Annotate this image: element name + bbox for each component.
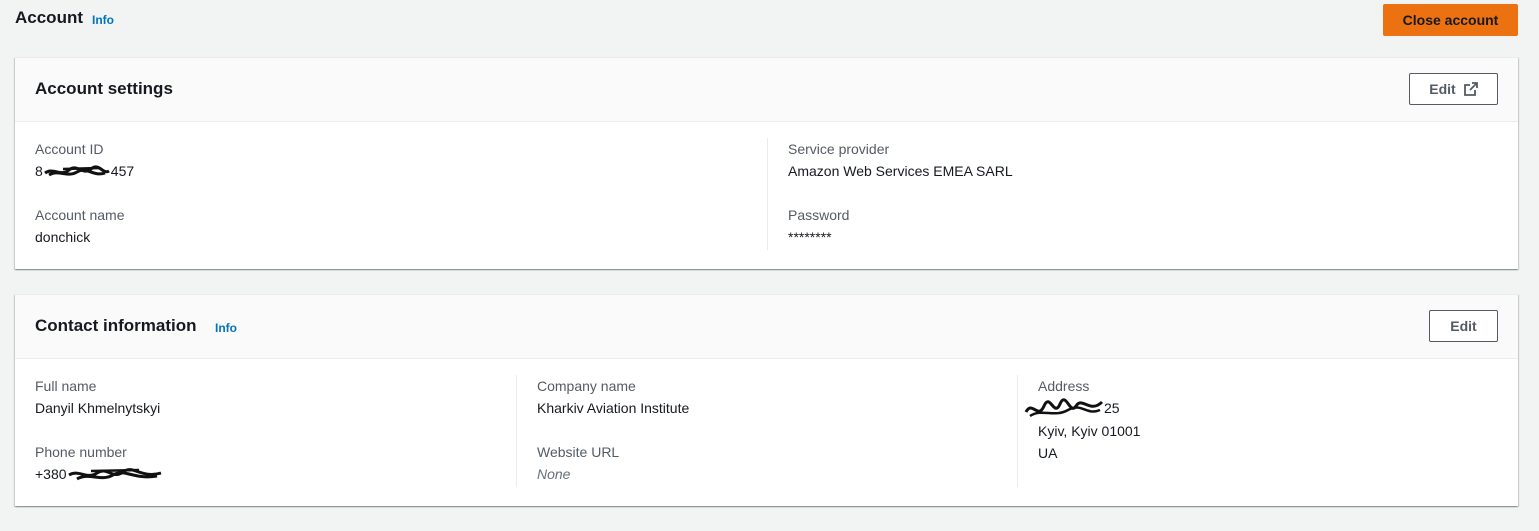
company-name-field: Company name Kharkiv Aviation Institute xyxy=(537,375,1007,419)
password-value: ******** xyxy=(788,229,832,245)
contact-info-link[interactable]: Info xyxy=(215,321,237,335)
account-settings-title: Account settings xyxy=(35,79,173,98)
address-line-1: 25 xyxy=(1024,397,1498,420)
page-info-link[interactable]: Info xyxy=(92,13,114,27)
full-name-field: Full name Danyil Khmelnytskyi xyxy=(35,375,505,419)
phone-prefix: +380 xyxy=(35,466,67,482)
address-line-1-suffix: 25 xyxy=(1104,400,1120,416)
column-divider xyxy=(516,375,517,487)
account-name-label: Account name xyxy=(35,207,125,223)
contact-column-2: Company name Kharkiv Aviation Institute … xyxy=(537,375,1007,507)
account-name-value: donchick xyxy=(35,229,91,245)
account-id-label: Account ID xyxy=(35,141,104,157)
redaction-scribble xyxy=(1024,398,1104,418)
contact-column-1: Full name Danyil Khmelnytskyi Phone numb… xyxy=(35,375,505,507)
contact-column-3: Address 25 Kyiv, Kyiv 01001 UA xyxy=(1024,375,1498,486)
account-id-field: Account ID 8 457 xyxy=(35,138,755,182)
account-settings-left-column: Account ID 8 457 Account name donchick xyxy=(35,138,755,270)
service-provider-value: Amazon Web Services EMEA SARL xyxy=(788,163,1013,179)
website-url-field: Website URL None xyxy=(537,441,1007,485)
account-id-suffix: 457 xyxy=(110,163,135,179)
account-settings-right-column: Service provider Amazon Web Services EME… xyxy=(788,138,1488,270)
company-name-value: Kharkiv Aviation Institute xyxy=(537,400,690,416)
page-title: Account xyxy=(15,8,83,27)
page-header: Account Info Close account xyxy=(15,0,1518,40)
address-field: Address 25 Kyiv, Kyiv 01001 UA xyxy=(1024,375,1498,464)
company-name-label: Company name xyxy=(537,378,636,394)
full-name-label: Full name xyxy=(35,378,97,394)
edit-label: Edit xyxy=(1450,318,1477,334)
close-account-button[interactable]: Close account xyxy=(1383,4,1518,36)
redaction-scribble xyxy=(43,165,110,177)
contact-information-card: Contact information Info Edit Full name … xyxy=(15,294,1518,506)
address-line-2: Kyiv, Kyiv 01001 xyxy=(1038,423,1141,440)
external-link-icon xyxy=(1463,82,1478,96)
account-name-field: Account name donchick xyxy=(35,204,755,248)
account-id-value: 8 457 xyxy=(35,160,755,182)
contact-information-edit-button[interactable]: Edit xyxy=(1429,310,1498,342)
account-settings-header: Account settings Edit xyxy=(15,58,1518,122)
full-name-value: Danyil Khmelnytskyi xyxy=(35,400,161,416)
phone-number-label: Phone number xyxy=(35,444,127,460)
website-url-label: Website URL xyxy=(537,444,620,460)
service-provider-field: Service provider Amazon Web Services EME… xyxy=(788,138,1488,182)
contact-information-header: Contact information Info Edit xyxy=(15,295,1518,359)
address-line-3: UA xyxy=(1038,445,1058,462)
phone-number-value: +380 xyxy=(35,463,505,485)
column-divider xyxy=(767,138,768,250)
redaction-scribble xyxy=(67,468,161,481)
service-provider-label: Service provider xyxy=(788,141,890,157)
account-settings-edit-button[interactable]: Edit xyxy=(1409,73,1498,105)
account-id-prefix: 8 xyxy=(35,163,43,179)
phone-number-field: Phone number +380 xyxy=(35,441,505,485)
contact-information-title: Contact information xyxy=(35,316,197,335)
column-divider xyxy=(1017,375,1018,487)
address-label: Address xyxy=(1038,378,1090,394)
password-label: Password xyxy=(788,207,850,223)
website-url-value: None xyxy=(537,466,571,482)
edit-label: Edit xyxy=(1429,81,1456,97)
account-settings-card: Account settings Edit Account ID 8 457 A… xyxy=(15,57,1518,269)
password-field: Password ******** xyxy=(788,204,1488,248)
